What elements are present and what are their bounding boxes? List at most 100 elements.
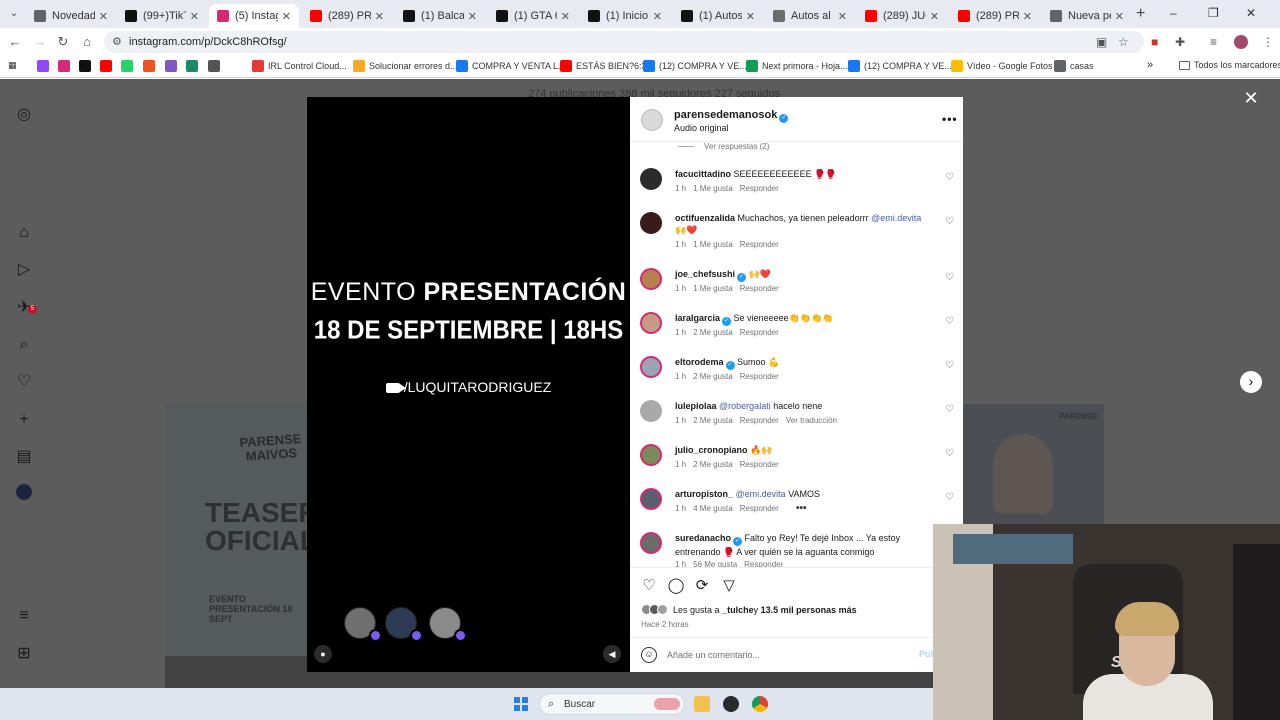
insights-nav-icon[interactable]: ▤: [14, 447, 34, 467]
app-icon[interactable]: [723, 696, 739, 712]
comment-input[interactable]: [667, 648, 907, 662]
view-replies-link[interactable]: Ver respuestas (2): [678, 142, 769, 151]
collaborator-avatar-2[interactable]: [385, 607, 423, 642]
comment-likes[interactable]: 4 Me gusta: [693, 504, 733, 513]
reel-video[interactable]: EVENTO PRESENTACIÓN 18 DE SEPTIEMBRE | 1…: [307, 97, 630, 672]
tab-close-icon[interactable]: ✕: [746, 10, 755, 23]
comment-likes[interactable]: 1 Me gusta: [693, 240, 733, 249]
reply-button[interactable]: Responder: [740, 240, 779, 249]
tab-close-icon[interactable]: ✕: [930, 10, 939, 23]
file-explorer-icon[interactable]: [694, 696, 710, 712]
reply-button[interactable]: Responder: [740, 284, 779, 293]
bookmark-item[interactable]: [58, 60, 74, 72]
browser-tab[interactable]: (289) JUGÓ ✕: [857, 4, 947, 28]
home-icon[interactable]: ⌂: [79, 34, 95, 49]
site-info-icon[interactable]: ⚙: [112, 35, 122, 48]
notifications-nav-icon[interactable]: ♡: [14, 372, 34, 392]
forward-icon[interactable]: →: [32, 34, 48, 49]
comment-avatar[interactable]: [640, 356, 662, 378]
reload-icon[interactable]: ↻: [55, 34, 71, 50]
bookmark-item[interactable]: [165, 60, 181, 72]
bookmark-item[interactable]: (12) COMPRA Y VE...: [643, 60, 747, 72]
comment-like-icon[interactable]: ♡: [945, 316, 954, 327]
more-options-icon[interactable]: •••: [942, 112, 958, 126]
bookmark-item[interactable]: IRL Control Cloud...: [252, 60, 347, 72]
browser-tab[interactable]: (1) Inicio / X ✕: [580, 4, 670, 28]
comment-like-icon[interactable]: ♡: [945, 492, 954, 503]
extension-icon[interactable]: ■: [1151, 35, 1158, 49]
meta-apps-icon[interactable]: ⊞: [14, 644, 34, 664]
bookmark-item[interactable]: Vídeo - Google Fotos: [951, 60, 1053, 72]
reply-button[interactable]: Responder: [740, 184, 779, 193]
browser-tab[interactable]: Novedades ✕: [26, 4, 116, 28]
browser-tab[interactable]: Autos al Río ✕: [765, 4, 855, 28]
restore-icon[interactable]: ❐: [1208, 6, 1219, 20]
comment-likes[interactable]: 1 Me gusta: [693, 284, 733, 293]
bookmark-item[interactable]: casas: [1054, 60, 1094, 72]
address-bar[interactable]: ⚙ instagram.com/p/DckC8hROfsg/: [104, 31, 1144, 53]
bookmark-item[interactable]: [37, 60, 53, 72]
browser-tab[interactable]: (1) GTA 6 La ✕: [488, 4, 578, 28]
like-icon[interactable]: ♡: [640, 577, 658, 595]
emoji-icon[interactable]: ☺: [641, 647, 657, 663]
likes-count[interactable]: 13.5 mil personas más: [761, 605, 857, 615]
browser-tab[interactable]: (5) Instagram ✕: [209, 4, 299, 28]
comment-avatar[interactable]: [640, 444, 662, 466]
all-bookmarks-folder[interactable]: Todos los marcadores: [1179, 60, 1280, 70]
collaborator-avatar-1[interactable]: [344, 607, 382, 642]
widgets-icon[interactable]: [654, 698, 680, 710]
browser-tab[interactable]: (1) Autos al ✕: [673, 4, 763, 28]
bookmark-item[interactable]: (12) COMPRA Y VE...: [848, 60, 952, 72]
bookmark-item[interactable]: Next primora - Hoja...: [746, 60, 848, 72]
comment-icon[interactable]: ◯: [667, 577, 685, 595]
browser-tab[interactable]: (289) PROBA ✕: [302, 4, 392, 28]
more-menu-icon[interactable]: ≡: [14, 606, 34, 626]
comment-avatar[interactable]: [640, 312, 662, 334]
start-icon[interactable]: [514, 697, 528, 711]
create-nav-icon[interactable]: +: [14, 410, 34, 430]
comment-like-icon[interactable]: ♡: [945, 172, 954, 183]
repost-icon[interactable]: ⟳: [693, 577, 711, 595]
fighter-thumbnail[interactable]: PARENSE: [963, 404, 1104, 526]
extensions-puzzle-icon[interactable]: ✚: [1175, 35, 1185, 49]
likes-summary[interactable]: Les gusta a _tulche y 13.5 mil personas …: [641, 604, 857, 615]
reply-button[interactable]: Responder: [740, 504, 779, 513]
install-app-icon[interactable]: ▣: [1096, 35, 1107, 49]
bookmark-star-icon[interactable]: ☆: [1118, 35, 1129, 49]
author-username[interactable]: parensedemanosok ✓: [674, 109, 789, 123]
comment-username[interactable]: lulepiolaa: [675, 401, 717, 411]
browser-tab[interactable]: Nueva pesta ✕: [1042, 4, 1132, 28]
comment-avatar[interactable]: [640, 532, 662, 554]
comment-mention[interactable]: @robergalati: [719, 401, 771, 411]
close-post-icon[interactable]: ✕: [1243, 89, 1259, 107]
browser-tab[interactable]: (1) Balcaniza ✕: [395, 4, 485, 28]
tab-close-icon[interactable]: ✕: [282, 10, 291, 23]
instagram-logo-icon[interactable]: ◎: [14, 105, 34, 125]
comment-likes[interactable]: 2 Me gusta: [693, 372, 733, 381]
bookmark-item[interactable]: [79, 60, 95, 72]
tab-close-icon[interactable]: ✕: [190, 10, 199, 23]
likes-user[interactable]: _tulche: [722, 605, 754, 615]
url-text[interactable]: instagram.com/p/DckC8hROfsg/: [129, 36, 287, 48]
apps-grid-icon[interactable]: ▦: [8, 60, 17, 71]
comment-username[interactable]: julio_cronopiano: [675, 445, 748, 455]
tab-close-icon[interactable]: ✕: [838, 10, 847, 23]
next-post-icon[interactable]: ›: [1240, 371, 1262, 393]
tab-close-icon[interactable]: ✕: [653, 10, 662, 23]
comment-mention[interactable]: @emi.devita: [736, 489, 786, 499]
comment-avatar[interactable]: [640, 168, 662, 190]
bookmarks-overflow-icon[interactable]: »: [1147, 59, 1153, 71]
reply-button[interactable]: Responder: [740, 328, 779, 337]
profile-avatar[interactable]: [1234, 35, 1248, 49]
tab-close-icon[interactable]: ✕: [99, 10, 108, 23]
comment-options-icon[interactable]: •••: [796, 503, 807, 514]
comment-like-icon[interactable]: ♡: [945, 448, 954, 459]
bookmark-item[interactable]: [186, 60, 202, 72]
volume-icon[interactable]: ◀: [603, 645, 621, 663]
bookmark-item[interactable]: [100, 60, 116, 72]
comment-like-icon[interactable]: ♡: [945, 404, 954, 415]
close-window-icon[interactable]: ✕: [1246, 6, 1256, 20]
share-icon[interactable]: ▽: [720, 577, 738, 595]
comment-likes[interactable]: 1 Me gusta: [693, 184, 733, 193]
home-nav-icon[interactable]: ⌂: [14, 223, 34, 243]
